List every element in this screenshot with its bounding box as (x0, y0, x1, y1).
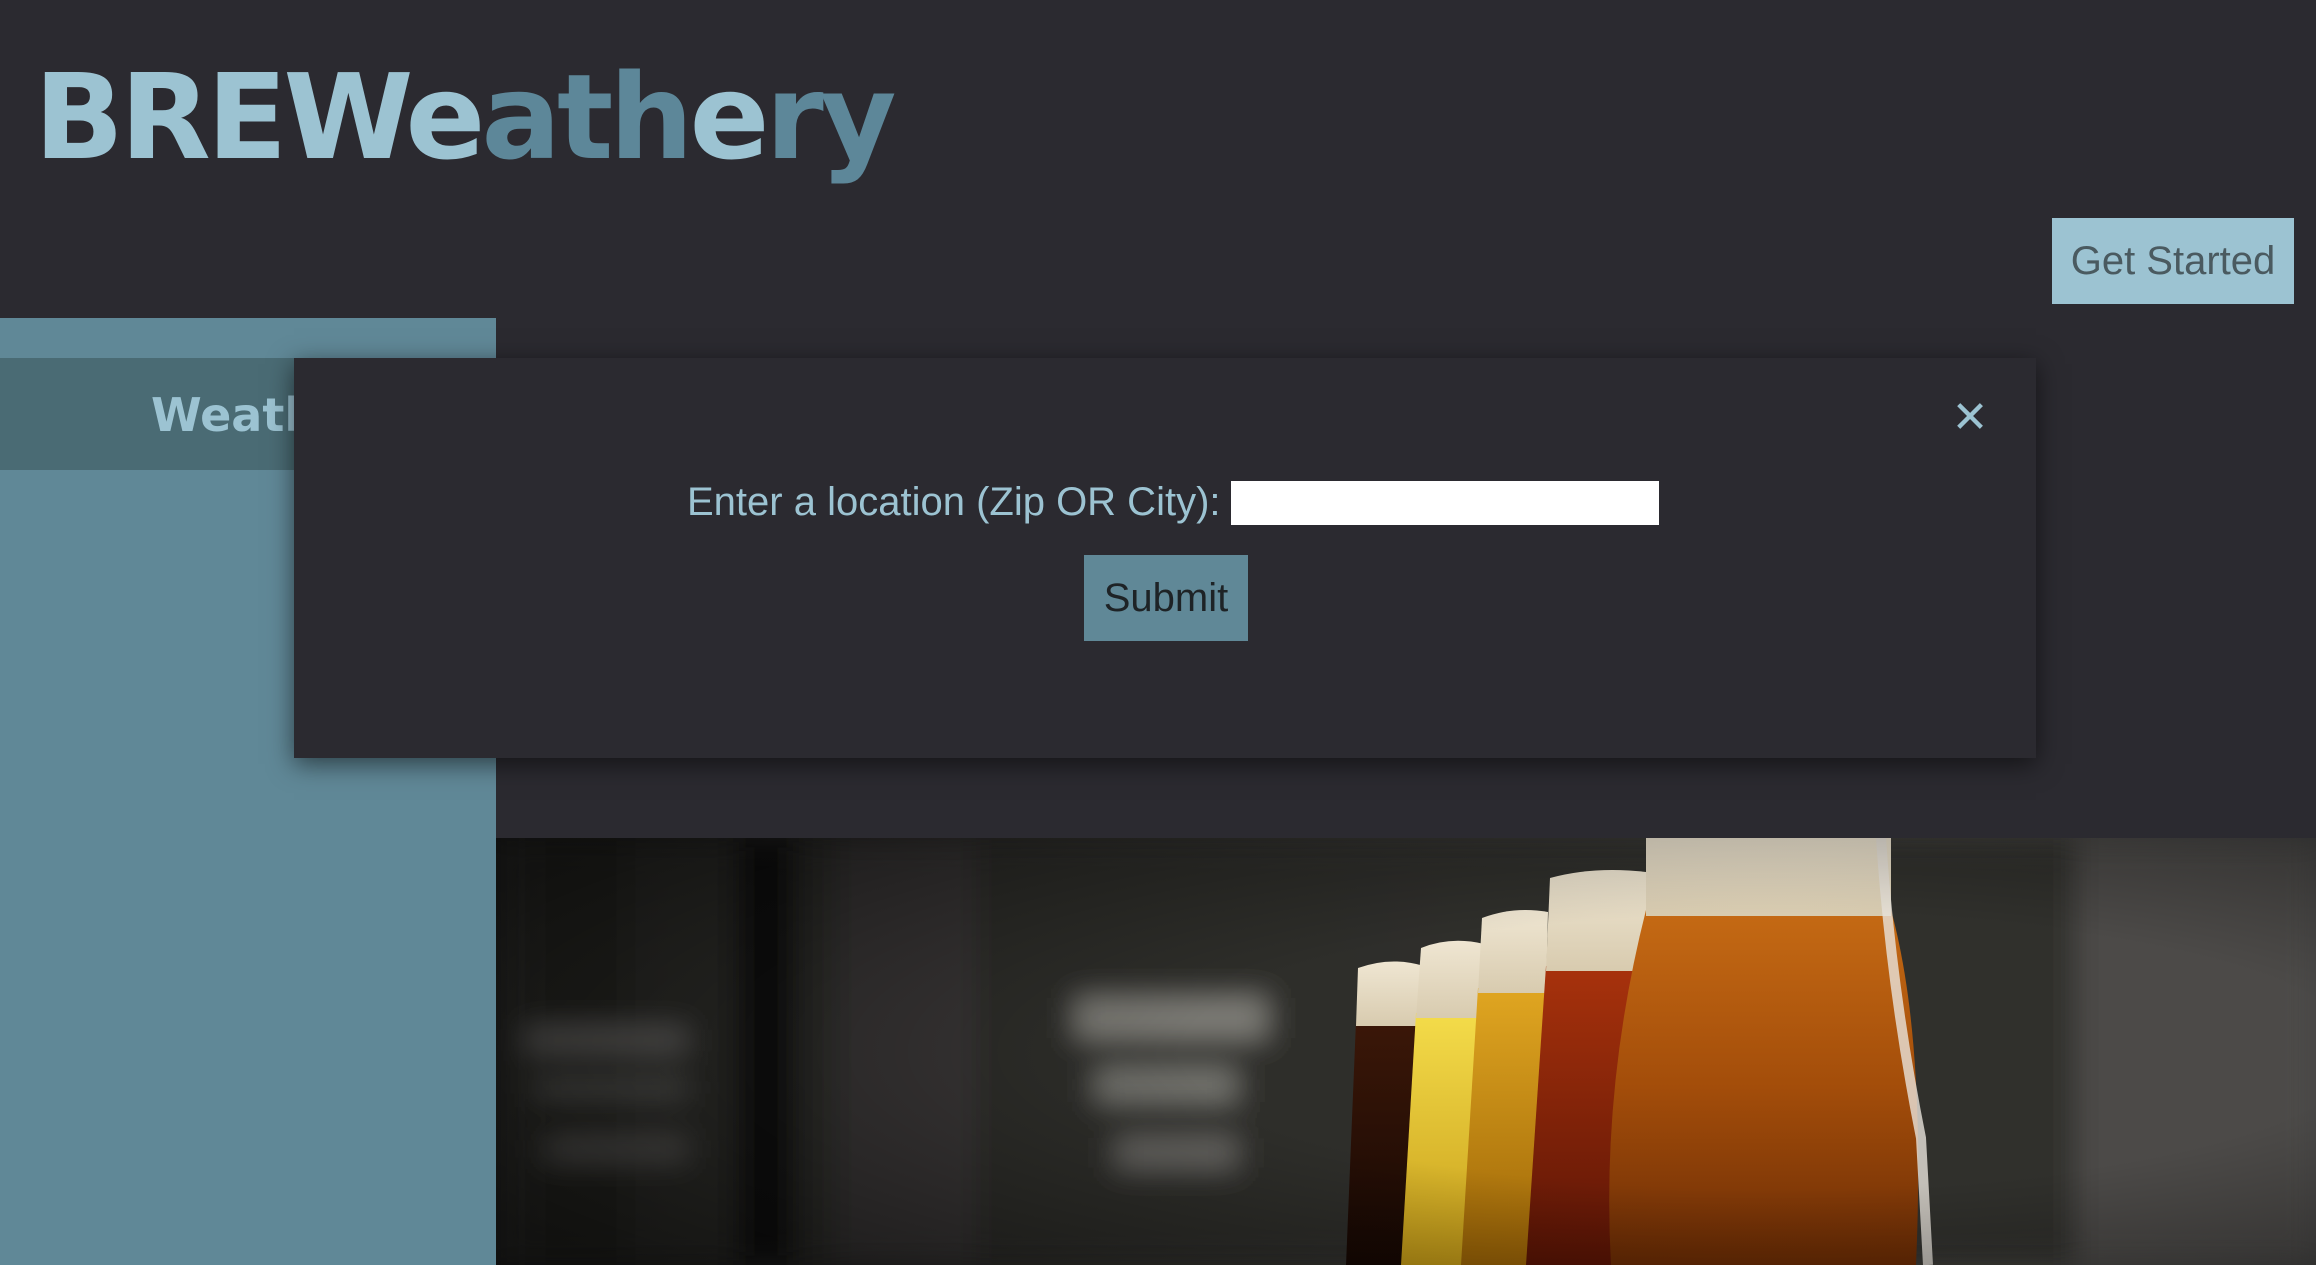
location-modal: ✕ Enter a location (Zip OR City): Submit (294, 358, 2036, 758)
brand-logo: BREWeathery (34, 58, 897, 176)
close-icon[interactable]: ✕ (1950, 396, 1990, 440)
logo-text-part1: BREWe (34, 48, 485, 186)
location-label: Enter a location (Zip OR City): (687, 480, 1221, 524)
logo-text-part2: ath (481, 48, 693, 186)
logo-text-part3: e (689, 48, 769, 186)
get-started-button[interactable]: Get Started (2052, 218, 2294, 304)
submit-button[interactable]: Submit (1084, 555, 1248, 641)
location-input[interactable] (1230, 480, 1659, 525)
logo-text-part4: ry (765, 48, 896, 186)
beer-glasses-illustration (496, 838, 2316, 1265)
page: BREWeathery Get Started Weath ✕ Enter a … (0, 0, 2316, 1265)
sidebar-tab-label: Weath (151, 388, 318, 442)
beer-hero-image (496, 838, 2316, 1265)
location-form-row: Enter a location (Zip OR City): (687, 480, 1659, 525)
